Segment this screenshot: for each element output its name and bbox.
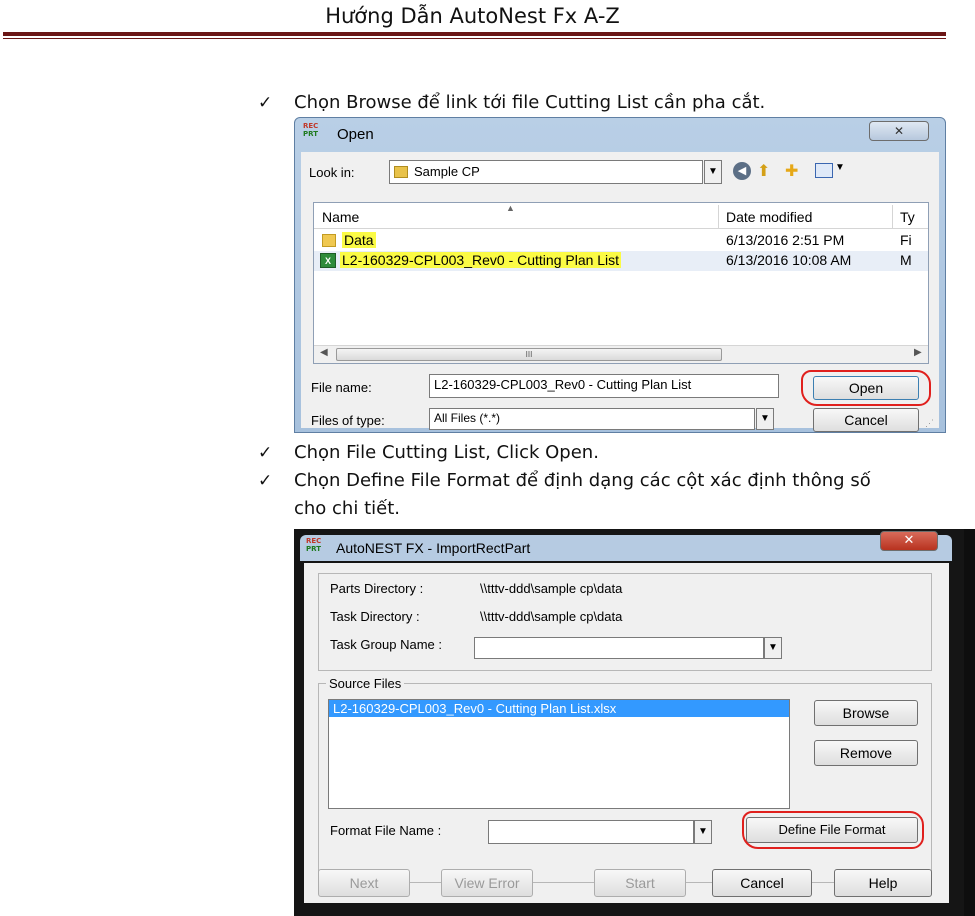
scroll-left-icon[interactable]: ◀ bbox=[320, 347, 328, 358]
dialog-title: Open bbox=[337, 126, 374, 143]
header-rule-thin bbox=[3, 38, 946, 39]
sort-arrow-icon: ▲ bbox=[506, 203, 515, 213]
column-divider bbox=[892, 205, 893, 229]
bullet-continuation: cho chi tiết. bbox=[294, 496, 400, 522]
source-files-list[interactable]: L2-160329-CPL003_Rev0 - Cutting Plan Lis… bbox=[328, 699, 790, 809]
dialog-title: AutoNEST FX - ImportRectPart bbox=[336, 540, 531, 556]
scroll-right-icon[interactable]: ▶ bbox=[914, 347, 922, 358]
column-type[interactable]: Ty bbox=[900, 209, 915, 225]
next-button[interactable]: Next bbox=[318, 869, 410, 897]
source-file-item[interactable]: L2-160329-CPL003_Rev0 - Cutting Plan Lis… bbox=[329, 700, 789, 717]
bullet-text: Chọn File Cutting List, Click Open. bbox=[294, 442, 599, 463]
excel-file-icon: X bbox=[320, 253, 336, 268]
format-file-combo[interactable] bbox=[488, 820, 694, 844]
bullet-browse: ✓ Chọn Browse để link tới file Cutting L… bbox=[258, 90, 766, 116]
task-directory-label: Task Directory : bbox=[330, 609, 420, 624]
bullet-text: Chọn Define File Format để định dạng các… bbox=[294, 470, 871, 491]
file-list-header: Name ▲ Date modified Ty bbox=[314, 203, 928, 229]
check-icon: ✓ bbox=[258, 471, 273, 491]
app-icon: REC PRT bbox=[303, 122, 319, 138]
page-title: Hướng Dẫn AutoNest Fx A-Z bbox=[325, 4, 620, 28]
remove-button[interactable]: Remove bbox=[814, 740, 918, 766]
view-menu-icon[interactable] bbox=[815, 163, 833, 178]
new-folder-icon[interactable]: ✚ bbox=[785, 161, 807, 181]
help-button[interactable]: Help bbox=[834, 869, 932, 897]
scroll-thumb[interactable]: III bbox=[336, 348, 722, 361]
chevron-down-icon[interactable]: ▼ bbox=[704, 160, 722, 184]
folder-icon bbox=[322, 234, 336, 247]
column-date-modified[interactable]: Date modified bbox=[726, 209, 812, 225]
chevron-down-icon[interactable]: ▼ bbox=[694, 820, 712, 844]
cancel-button[interactable]: Cancel bbox=[712, 869, 812, 897]
file-type: M bbox=[900, 252, 912, 268]
file-type: Fi bbox=[900, 232, 912, 248]
header-rule bbox=[3, 32, 946, 36]
bullet-open: ✓ Chọn File Cutting List, Click Open. bbox=[258, 440, 599, 466]
horizontal-scrollbar[interactable]: ◀ III ▶ bbox=[314, 345, 928, 363]
file-name: L2-160329-CPL003_Rev0 - Cutting Plan Lis… bbox=[340, 252, 622, 268]
open-dialog: REC PRT Open ✕ Look in: Sample CP ▼ ◀ ⬆ … bbox=[294, 117, 946, 433]
check-icon: ✓ bbox=[258, 93, 273, 113]
format-file-label: Format File Name : bbox=[330, 823, 442, 838]
browse-button[interactable]: Browse bbox=[814, 700, 918, 726]
bullet-text: Chọn Browse để link tới file Cutting Lis… bbox=[294, 92, 766, 113]
view-dropdown-icon[interactable]: ▼ bbox=[835, 162, 845, 173]
file-date: 6/13/2016 10:08 AM bbox=[726, 252, 852, 268]
close-icon[interactable]: ✕ bbox=[869, 121, 929, 141]
parts-directory-value: \\tttv-ddd\sample cp\data bbox=[480, 581, 623, 596]
chevron-down-icon[interactable]: ▼ bbox=[756, 408, 774, 430]
import-rect-part-dialog: REC PRT AutoNEST FX - ImportRectPart ✕ P… bbox=[294, 529, 964, 916]
annotation-circle bbox=[801, 370, 931, 406]
column-divider bbox=[718, 205, 719, 229]
up-folder-icon[interactable]: ⬆ bbox=[757, 161, 777, 181]
file-name: Data bbox=[342, 232, 376, 248]
file-row-data[interactable]: Data 6/13/2016 2:51 PM Fi bbox=[314, 231, 928, 251]
look-in-label: Look in: bbox=[309, 165, 355, 180]
back-icon[interactable]: ◀ bbox=[733, 162, 751, 180]
files-of-type-combo[interactable]: All Files (*.*) bbox=[429, 408, 755, 430]
file-date: 6/13/2016 2:51 PM bbox=[726, 232, 845, 248]
view-error-button[interactable]: View Error bbox=[441, 869, 533, 897]
annotation-circle bbox=[742, 811, 924, 849]
import-dialog-body: Parts Directory : \\tttv-ddd\sample cp\d… bbox=[304, 563, 949, 903]
source-files-label: Source Files bbox=[326, 676, 405, 691]
parts-directory-label: Parts Directory : bbox=[330, 581, 424, 596]
files-of-type-label: Files of type: bbox=[311, 413, 385, 428]
close-icon[interactable]: ✕ bbox=[880, 531, 938, 551]
bullet-define-format: ✓ Chọn Define File Format để định dạng c… bbox=[258, 468, 871, 494]
chevron-down-icon[interactable]: ▼ bbox=[764, 637, 782, 659]
check-icon: ✓ bbox=[258, 443, 273, 463]
resize-grip-icon[interactable]: ⋰ bbox=[925, 418, 937, 428]
task-directory-value: \\tttv-ddd\sample cp\data bbox=[480, 609, 623, 624]
start-button[interactable]: Start bbox=[594, 869, 686, 897]
file-name-input[interactable]: L2-160329-CPL003_Rev0 - Cutting Plan Lis… bbox=[429, 374, 779, 398]
open-dialog-body: Look in: Sample CP ▼ ◀ ⬆ ✚ ▼ Name ▲ Date… bbox=[301, 152, 939, 432]
file-list: Name ▲ Date modified Ty Data 6/13/2016 2… bbox=[313, 202, 929, 364]
file-name-label: File name: bbox=[311, 380, 372, 395]
app-icon: REC PRT bbox=[306, 537, 322, 553]
folder-user-icon bbox=[394, 165, 408, 178]
look-in-combo[interactable]: Sample CP bbox=[389, 160, 703, 184]
column-name[interactable]: Name bbox=[322, 209, 359, 225]
task-group-combo[interactable] bbox=[474, 637, 764, 659]
task-group-label: Task Group Name : bbox=[330, 637, 442, 652]
file-row-cutting-plan[interactable]: X L2-160329-CPL003_Rev0 - Cutting Plan L… bbox=[314, 251, 928, 271]
cancel-button[interactable]: Cancel bbox=[813, 408, 919, 432]
bullet-text: cho chi tiết. bbox=[294, 498, 400, 519]
